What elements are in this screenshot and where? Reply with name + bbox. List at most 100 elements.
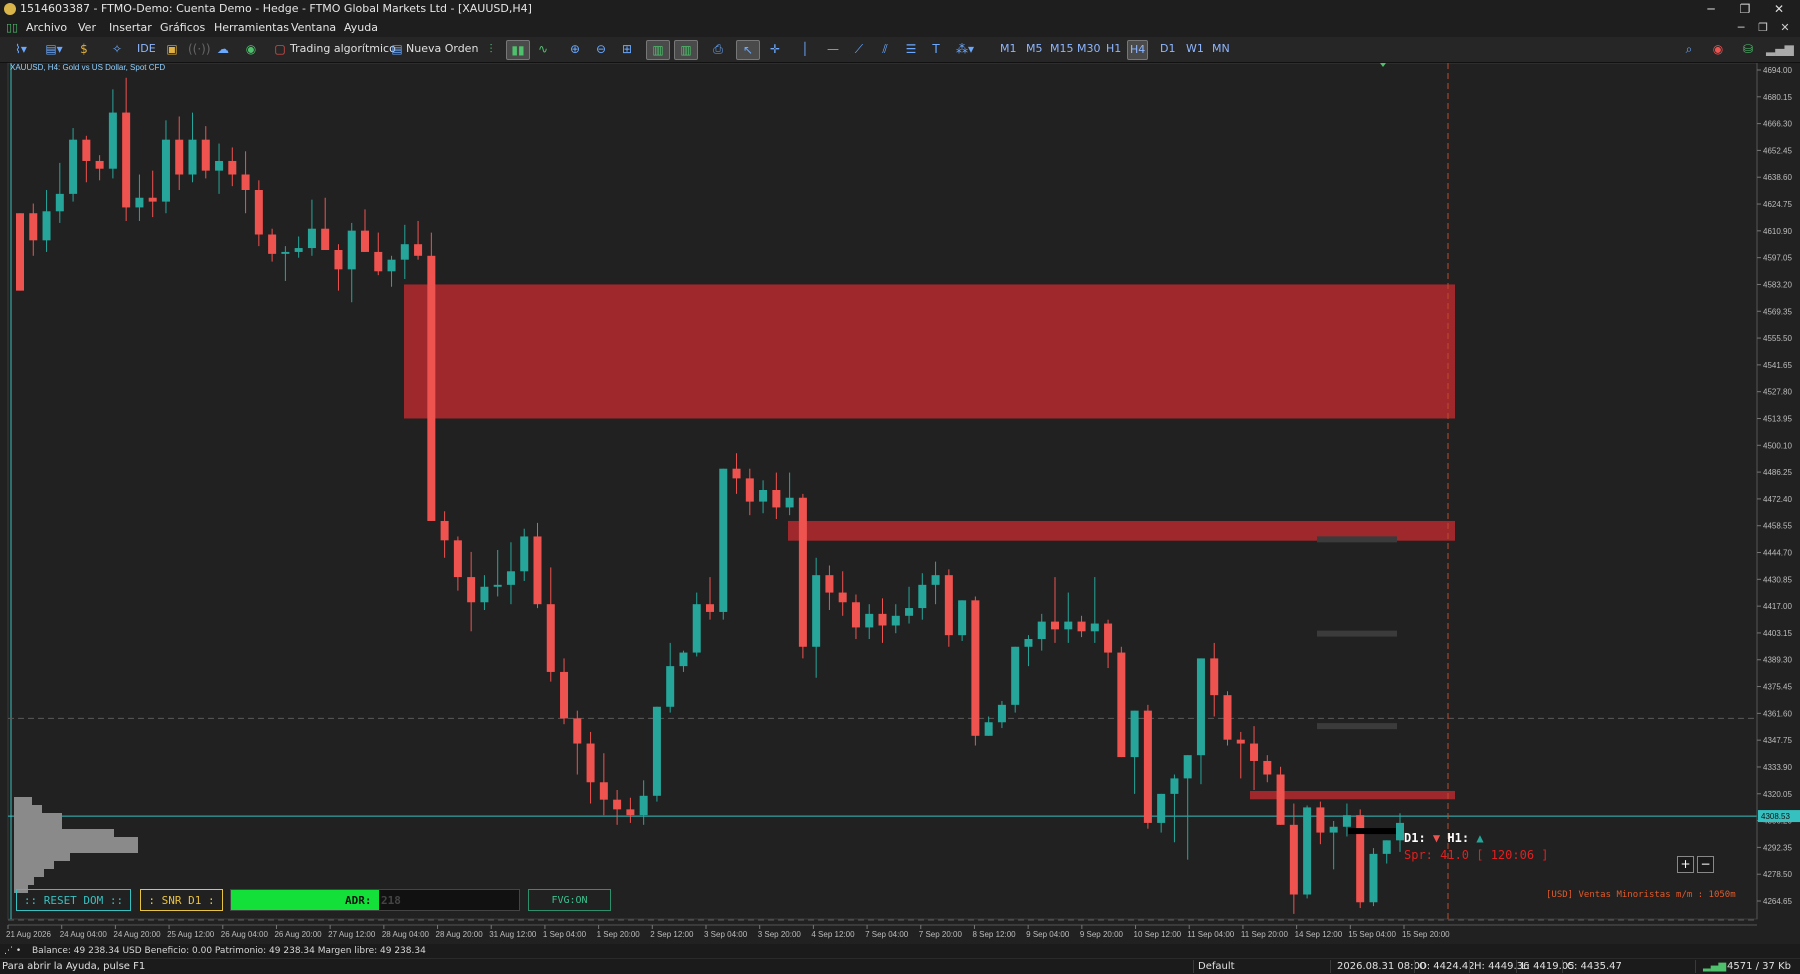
time-tick-label: 1 Sep 20:00 xyxy=(597,930,641,939)
candle-body xyxy=(440,520,449,541)
price-chart[interactable]: 4694.00 4680.15 4666.30 4652.45 4638.60 4624.… xyxy=(0,62,1800,944)
new-chart-icon[interactable]: ▤▾ xyxy=(40,40,68,58)
h1-label: H1: xyxy=(1447,831,1470,845)
menu-insertar[interactable]: Insertar xyxy=(109,18,152,37)
new-order-button[interactable]: Nueva Orden xyxy=(406,40,478,58)
candle-body xyxy=(281,251,290,254)
zoom-in-icon[interactable]: ⊕ xyxy=(566,40,584,58)
candle-body xyxy=(1223,695,1232,740)
zoom-out-icon[interactable]: ⊖ xyxy=(592,40,610,58)
screenshot-icon[interactable]: ⎙ xyxy=(708,40,728,58)
candle-body xyxy=(16,213,24,291)
tf-m30[interactable]: M30 xyxy=(1075,40,1103,58)
candle-body xyxy=(546,604,555,672)
candle-body xyxy=(812,575,821,647)
price-tick-label: 4486.25 xyxy=(1763,468,1792,477)
algo-trading-icon[interactable]: ▢ xyxy=(274,40,286,58)
tf-w1[interactable]: W1 xyxy=(1184,40,1206,58)
mdi-minimize-button[interactable]: ─ xyxy=(1730,18,1752,37)
shapes-icon[interactable]: ⁂▾ xyxy=(952,40,978,58)
price-tick-label: 4333.90 xyxy=(1763,763,1792,772)
horizontal-line-icon[interactable]: — xyxy=(824,40,842,58)
vertical-line-icon[interactable]: │ xyxy=(798,40,812,58)
toolbox-toggle-icon[interactable]: ⋰ • xyxy=(4,944,21,958)
menu-ver[interactable]: Ver xyxy=(78,18,96,37)
gray-level xyxy=(1317,536,1397,543)
time-tick-label: 9 Sep 04:00 xyxy=(1026,930,1070,939)
text-icon[interactable]: T xyxy=(928,40,944,58)
search-icon[interactable]: ⌕ xyxy=(1680,40,1698,58)
algo-trading-button[interactable]: Trading algorítmico xyxy=(290,40,396,58)
notifications-icon[interactable]: ◉ xyxy=(1708,40,1728,58)
tf-mn[interactable]: MN xyxy=(1210,40,1232,58)
reset-dom-button[interactable]: :: RESET DOM :: xyxy=(16,889,131,911)
vps-cloud-icon[interactable]: ☁ xyxy=(214,40,232,58)
mdi-chart-icon[interactable]: ▯▯ xyxy=(6,18,18,37)
chart-zoom-in-button[interactable]: + xyxy=(1677,856,1694,873)
tf-m5[interactable]: M5 xyxy=(1024,40,1045,58)
time-tick-label: 3 Sep 04:00 xyxy=(704,930,748,939)
menu-ayuda[interactable]: Ayuda xyxy=(344,18,378,37)
trendline-icon[interactable]: ⟋ xyxy=(850,40,868,58)
candle-body xyxy=(1236,739,1245,744)
candles-chart-icon[interactable]: ▮▮ xyxy=(506,40,530,60)
tile-windows-icon[interactable]: ⊞ xyxy=(618,40,636,58)
market-bag-icon[interactable]: ▣ xyxy=(164,40,180,58)
chart-type-icon[interactable]: ⌇▾ xyxy=(8,40,34,58)
menu-graficos[interactable]: Gráficos xyxy=(160,18,205,37)
menu-archivo[interactable]: Archivo xyxy=(26,18,67,37)
menu-herramientas[interactable]: Herramientas xyxy=(214,18,289,37)
auto-scroll-icon[interactable]: ▥ xyxy=(646,40,670,60)
candle-body xyxy=(29,213,38,241)
trend-panel: D1: ▼ H1: ▲ xyxy=(1404,831,1484,845)
new-order-icon[interactable]: ▤ xyxy=(390,40,404,58)
time-tick-label: 15 Sep 20:00 xyxy=(1402,930,1450,939)
price-tick-label: 4347.75 xyxy=(1763,736,1792,745)
time-tick-label: 8 Sep 12:00 xyxy=(972,930,1016,939)
price-tick-label: 4403.15 xyxy=(1763,629,1792,638)
candle-body xyxy=(745,478,754,502)
strategy-tester-icon[interactable]: ✧ xyxy=(108,40,126,58)
candle-body xyxy=(997,704,1006,723)
signals-icon[interactable]: ((·)) xyxy=(188,40,211,58)
candle-body xyxy=(1170,778,1179,794)
candle-body xyxy=(586,743,595,783)
time-tick-label: 27 Aug 12:00 xyxy=(328,930,376,939)
chart-zoom-out-button[interactable]: − xyxy=(1697,856,1714,873)
fvg-toggle-button[interactable]: FVG:ON xyxy=(528,889,611,911)
mdi-restore-button[interactable]: ❐ xyxy=(1752,18,1774,37)
traffic-stats: 4571 / 37 Kb xyxy=(1727,961,1791,972)
chart-window[interactable]: 4694.00 4680.15 4666.30 4652.45 4638.60 4624.… xyxy=(0,62,1800,944)
chart-shift-icon[interactable]: ▥ xyxy=(674,40,698,60)
snr-d1-button[interactable]: : SNR D1 : xyxy=(140,889,223,911)
signal-strength-icon[interactable]: ▂▄▆ xyxy=(1766,40,1794,58)
candle-body xyxy=(1316,807,1325,833)
mdi-close-button[interactable]: ✕ xyxy=(1774,18,1796,37)
candle-body xyxy=(201,139,210,171)
window-controls: ─ ❐ ✕ xyxy=(1694,0,1796,18)
fibonacci-icon[interactable]: ☰ xyxy=(902,40,920,58)
tf-h1[interactable]: H1 xyxy=(1104,40,1123,58)
candle-body xyxy=(918,584,927,609)
restore-button[interactable]: ❐ xyxy=(1728,0,1762,18)
tf-m1[interactable]: M1 xyxy=(998,40,1019,58)
market-watch-icon[interactable]: $ xyxy=(76,40,92,58)
menu-ventana[interactable]: Ventana xyxy=(291,18,336,37)
line-chart-icon[interactable]: ∿ xyxy=(534,40,552,58)
adr-label: ADR: xyxy=(345,894,372,907)
account-icon[interactable]: ⛁ xyxy=(1738,40,1758,58)
minimize-button[interactable]: ─ xyxy=(1694,0,1728,18)
ide-button[interactable]: IDE xyxy=(135,40,158,58)
tf-m15[interactable]: M15 xyxy=(1048,40,1076,58)
candle-body xyxy=(971,600,980,736)
profile-name[interactable]: Default xyxy=(1198,959,1235,974)
cursor-icon[interactable]: ↖ xyxy=(736,40,760,60)
tf-h4[interactable]: H4 xyxy=(1127,40,1149,60)
time-tick-label: 11 Sep 20:00 xyxy=(1241,930,1289,939)
equidistant-channel-icon[interactable]: ⫽ xyxy=(876,40,894,58)
crosshair-icon[interactable]: ✛ xyxy=(766,40,784,58)
bar-chart-icon[interactable]: ⫶ xyxy=(482,40,500,58)
tf-d1[interactable]: D1 xyxy=(1158,40,1177,58)
community-icon[interactable]: ◉ xyxy=(242,40,260,58)
close-button[interactable]: ✕ xyxy=(1762,0,1796,18)
